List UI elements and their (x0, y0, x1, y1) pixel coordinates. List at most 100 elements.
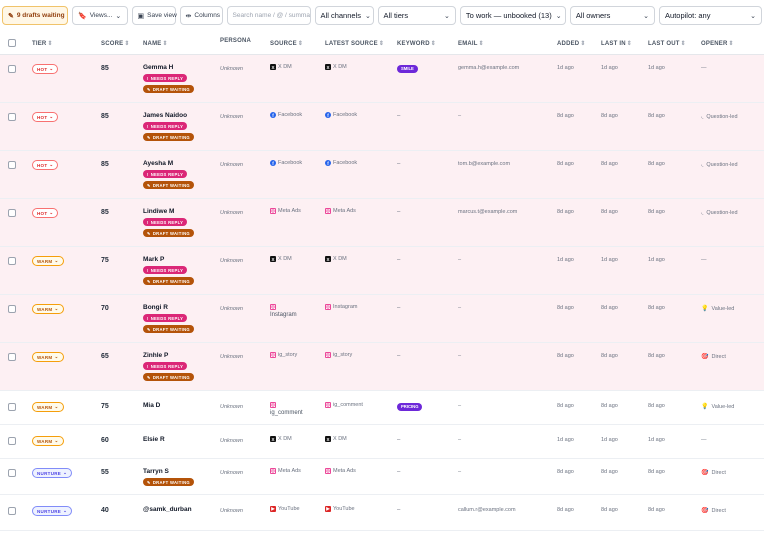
lead-name[interactable]: Elsie R (143, 436, 165, 443)
table-row[interactable]: WARM⌄ 60 Elsie R Unknown X X DM X X DM (0, 425, 764, 459)
channels-select[interactable]: All channels ⌄ (314, 6, 374, 25)
draft-waiting-badge[interactable]: ✎ DRAFT WAITING (143, 373, 194, 381)
row-checkbox[interactable] (8, 469, 16, 477)
tier-badge[interactable]: WARM ⌄ (32, 256, 64, 266)
tier-badge[interactable]: HOT ⌄ (32, 160, 59, 170)
tier-badge[interactable]: WARM ⌄ (32, 352, 64, 362)
persona-value: Unknown (220, 114, 243, 120)
name-cell[interactable]: James Naidoo ! NEEDS REPLY ✎ DRAFT WAITING (143, 112, 194, 141)
name-cell[interactable]: Mark P ! NEEDS REPLY ✎ DRAFT WAITING (143, 256, 194, 285)
col-latest-source[interactable]: LATEST SOURCE⇕ (325, 40, 384, 47)
row-checkbox[interactable] (8, 209, 16, 217)
name-cell[interactable]: Lindiwe M ! NEEDS REPLY ✎ DRAFT WAITING (143, 208, 194, 237)
name-cell[interactable]: Zinhle P ! NEEDS REPLY ✎ DRAFT WAITING (143, 352, 194, 381)
draft-waiting-badge[interactable]: ✎ DRAFT WAITING (143, 277, 194, 285)
col-last-in[interactable]: LAST IN⇕ (601, 40, 632, 47)
source-cell: X X DM (270, 64, 292, 70)
lead-name[interactable]: Bongi R (143, 304, 194, 311)
table-row[interactable]: NURTURE ⌄ 55 Tarryn S ✎ DRAFT WAITING Unkn… (0, 459, 764, 495)
table-row[interactable]: WARM ⌄ 75 Mark P ! NEEDS REPLY ✎ DRAFT WAITI… (0, 247, 764, 295)
lead-name[interactable]: Lindiwe M (143, 208, 194, 215)
select-all-checkbox[interactable] (8, 39, 16, 47)
row-checkbox[interactable] (8, 257, 16, 265)
draft-waiting-badge[interactable]: ✎ DRAFT WAITING (143, 229, 194, 237)
name-cell[interactable]: Ayesha M ! NEEDS REPLY ✎ DRAFT WAITING (143, 160, 194, 189)
table-row[interactable]: NURTURE ⌄ 40 @samk_durban Unknown ▶ YouTu… (0, 495, 764, 531)
draft-icon: ✎ (147, 374, 151, 380)
search-input[interactable]: Search name / @ / summa (226, 6, 311, 25)
draft-waiting-badge[interactable]: ✎ DRAFT WAITING (143, 478, 194, 486)
table-row[interactable]: WARM ⌄ 75 Mia D Unknown ◎ ig_comment ◎ ig… (0, 391, 764, 425)
stage-select[interactable]: To work — unbooked (13) ⌄ (459, 6, 566, 25)
col-keyword[interactable]: KEYWORD⇕ (397, 40, 436, 47)
draft-waiting-badge[interactable]: ✎ DRAFT WAITING (143, 325, 194, 333)
row-checkbox[interactable] (8, 161, 16, 169)
row-checkbox[interactable] (8, 437, 16, 445)
row-checkbox[interactable] (8, 507, 16, 515)
save-view-button[interactable]: ▣ Save view (131, 6, 177, 25)
tier-badge[interactable]: HOT ⌄ (32, 208, 59, 218)
lead-name[interactable]: Tarryn S (143, 468, 194, 475)
row-checkbox[interactable] (8, 403, 16, 411)
table-row[interactable]: HOT ⌄ 85 James Naidoo ! NEEDS REPLY ✎ DRAFT … (0, 103, 764, 151)
name-cell[interactable]: Elsie R (143, 436, 165, 443)
row-checkbox[interactable] (8, 305, 16, 313)
save-view-label: Save view (147, 12, 177, 19)
name-cell[interactable]: @samk_durban (143, 506, 192, 513)
views-dropdown[interactable]: 🔖 Views... ⌄ (72, 6, 128, 25)
latest-source-cell: X X DM (325, 64, 347, 70)
table-row[interactable]: HOT ⌄ 85 Gemma H ! NEEDS REPLY ✎ DRAFT WAITI… (0, 55, 764, 103)
lead-name[interactable]: Ayesha M (143, 160, 194, 167)
table-row[interactable]: HOT ⌄ 85 Lindiwe M ! NEEDS REPLY ✎ DRAFT WAI… (0, 199, 764, 247)
score-value: 85 (101, 209, 109, 216)
tier-badge[interactable]: NURTURE ⌄ (32, 468, 73, 478)
draft-icon: ✎ (147, 86, 151, 92)
name-cell[interactable]: Bongi R ! NEEDS REPLY ✎ DRAFT WAITING (143, 304, 194, 333)
lead-name[interactable]: @samk_durban (143, 506, 192, 513)
draft-waiting-badge[interactable]: ✎ DRAFT WAITING (143, 85, 194, 93)
table-row[interactable]: WARM ⌄ 70 Bongi R ! NEEDS REPLY ✎ DRAFT WAIT… (0, 295, 764, 343)
lead-name[interactable]: Mark P (143, 256, 194, 263)
facebook-icon: f (325, 112, 331, 118)
alert-icon: ! (147, 315, 149, 321)
col-score[interactable]: SCORE⇕ (101, 40, 130, 47)
name-cell[interactable]: Gemma H ! NEEDS REPLY ✎ DRAFT WAITING (143, 64, 194, 93)
lead-name[interactable]: Gemma H (143, 64, 194, 71)
tier-badge[interactable]: WARM ⌄ (32, 436, 64, 446)
tier-badge[interactable]: HOT ⌄ (32, 112, 59, 122)
tier-badge[interactable]: WARM ⌄ (32, 402, 64, 412)
source-cell: ◎ Instagram (270, 304, 310, 319)
name-cell[interactable]: Tarryn S ✎ DRAFT WAITING (143, 468, 194, 486)
autopilot-select[interactable]: Autopilot: any ⌄ (659, 6, 763, 25)
tier-badge[interactable]: HOT ⌄ (32, 64, 59, 74)
col-tier[interactable]: TIER⇕ (32, 40, 53, 47)
score-value: 55 (101, 469, 109, 476)
lead-name[interactable]: James Naidoo (143, 112, 194, 119)
lead-name[interactable]: Mia D (143, 402, 160, 409)
lead-name[interactable]: Zinhle P (143, 352, 194, 359)
draft-waiting-badge[interactable]: ✎ DRAFT WAITING (143, 133, 194, 141)
col-added[interactable]: ADDED⇕ (557, 40, 586, 47)
col-name[interactable]: NAME⇕ (143, 40, 168, 47)
name-cell[interactable]: Mia D (143, 402, 160, 409)
row-checkbox[interactable] (8, 353, 16, 361)
drafts-waiting-button[interactable]: ✎ 9 drafts waiting (2, 6, 68, 25)
row-checkbox[interactable] (8, 113, 16, 121)
col-source[interactable]: SOURCE⇕ (270, 40, 303, 47)
draft-waiting-badge[interactable]: ✎ DRAFT WAITING (143, 181, 194, 189)
col-email[interactable]: EMAIL⇕ (458, 40, 484, 47)
sort-icon: ⇕ (47, 41, 53, 47)
chevron-down-icon: ⌄ (443, 12, 450, 20)
row-checkbox[interactable] (8, 65, 16, 73)
table-row[interactable]: WARM ⌄ 65 Zinhle P ! NEEDS REPLY ✎ DRAFT WAI… (0, 343, 764, 391)
owners-select[interactable]: All owners ⌄ (569, 6, 656, 25)
needs-reply-badge: ! NEEDS REPLY (143, 314, 188, 322)
table-row[interactable]: HOT ⌄ 85 Ayesha M ! NEEDS REPLY ✎ DRAFT WAIT… (0, 151, 764, 199)
last-in-value: 8d ago (601, 403, 618, 409)
tier-badge[interactable]: WARM ⌄ (32, 304, 64, 314)
col-opener[interactable]: OPENER⇕ (701, 40, 734, 47)
tier-badge[interactable]: NURTURE ⌄ (32, 506, 73, 516)
columns-button[interactable]: ⇹ Columns (179, 6, 223, 25)
col-last-out[interactable]: LAST OUT⇕ (648, 40, 686, 47)
tiers-select[interactable]: All tiers ⌄ (377, 6, 456, 25)
